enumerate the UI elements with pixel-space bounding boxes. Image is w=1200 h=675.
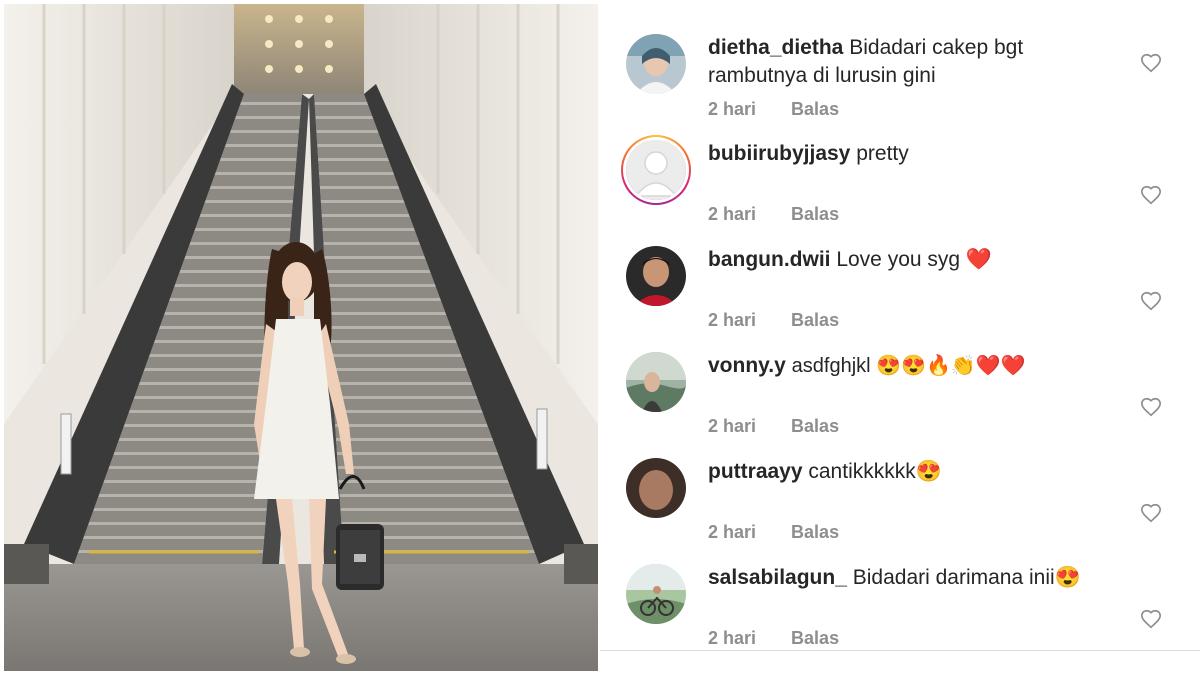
like-heart-icon[interactable]	[1140, 502, 1162, 524]
comment-username[interactable]: bangun.dwii	[708, 248, 830, 271]
comment-body: Love you syg ❤️	[836, 248, 993, 271]
like-heart-icon[interactable]	[1140, 52, 1162, 74]
comment-text: salsabilagun_ Bidadari darimana inii😍	[708, 564, 1128, 592]
reply-button[interactable]: Balas	[791, 628, 839, 649]
like-heart-icon[interactable]	[1140, 290, 1162, 312]
avatar[interactable]	[626, 564, 686, 624]
avatar-story-ring[interactable]	[621, 135, 691, 205]
avatar-photo-icon	[626, 564, 686, 624]
comment-item: bangun.dwii Love you syg ❤️ 2 hari Balas	[600, 216, 1200, 330]
default-avatar-icon	[626, 140, 686, 200]
comment-meta: 2 hari Balas	[708, 628, 869, 649]
avatar[interactable]	[626, 246, 686, 306]
avatar[interactable]	[626, 352, 686, 412]
comment-username[interactable]: bubiirubyjjasy	[708, 142, 850, 165]
post-photo	[4, 4, 598, 671]
comment-body: pretty	[856, 142, 909, 165]
escalator-photo	[4, 4, 598, 671]
comment-item: puttraayy cantikkkkkk😍 2 hari Balas	[600, 428, 1200, 542]
comment-body: cantikkkkkk😍	[808, 460, 942, 483]
like-heart-icon[interactable]	[1140, 608, 1162, 630]
comment-item: vonny.y asdfghjkl 😍😍🔥👏❤️❤️ 2 hari Balas	[600, 322, 1200, 436]
comments-list: dietha_dietha Bidadari cakep bgt rambutn…	[600, 0, 1200, 675]
comment-text: dietha_dietha Bidadari cakep bgt rambutn…	[708, 34, 1128, 90]
comment-text: vonny.y asdfghjkl 😍😍🔥👏❤️❤️	[708, 352, 1128, 380]
avatar-photo-icon	[626, 352, 686, 412]
comment-username[interactable]: dietha_dietha	[708, 36, 843, 59]
bottom-divider	[600, 650, 1200, 651]
avatar-photo-icon	[626, 458, 686, 518]
avatar-photo-icon	[626, 34, 686, 94]
avatar[interactable]	[626, 34, 686, 94]
comment-username[interactable]: salsabilagun_	[708, 566, 847, 589]
comment-text: bubiirubyjjasy pretty	[708, 140, 1128, 168]
comment-item: dietha_dietha Bidadari cakep bgt rambutn…	[600, 4, 1200, 119]
comment-time: 2 hari	[708, 628, 757, 648]
comment-item: bubiirubyjjasy pretty 2 hari Balas	[600, 110, 1200, 224]
comment-username[interactable]: vonny.y	[708, 354, 786, 377]
like-heart-icon[interactable]	[1140, 396, 1162, 418]
like-heart-icon[interactable]	[1140, 184, 1162, 206]
comment-body: Bidadari darimana inii😍	[852, 566, 1081, 589]
comment-text: puttraayy cantikkkkkk😍	[708, 458, 1128, 486]
comment-username[interactable]: puttraayy	[708, 460, 803, 483]
comment-text: bangun.dwii Love you syg ❤️	[708, 246, 1128, 274]
avatar[interactable]	[626, 458, 686, 518]
comment-body: asdfghjkl 😍😍🔥👏❤️❤️	[791, 355, 1026, 377]
comment-item: salsabilagun_ Bidadari darimana inii😍 2 …	[600, 534, 1200, 648]
avatar-photo-icon	[626, 246, 686, 306]
